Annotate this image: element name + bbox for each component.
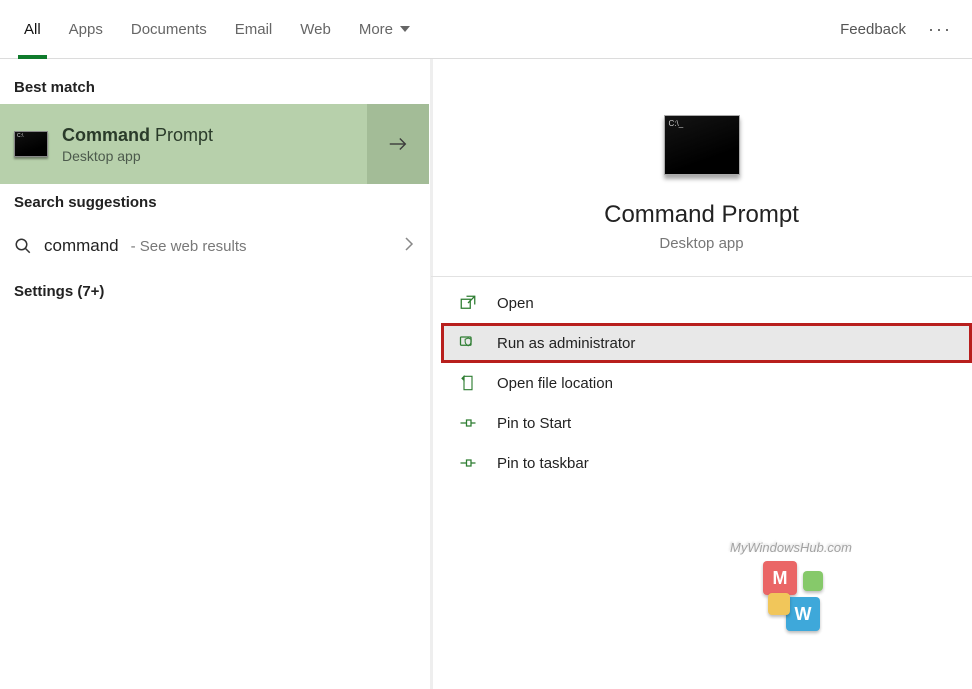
best-match-result[interactable]: Command Prompt Desktop app: [0, 104, 367, 184]
overflow-menu-button[interactable]: ···: [918, 19, 962, 40]
action-label: Pin to Start: [497, 415, 571, 432]
tab-email[interactable]: Email: [221, 0, 287, 58]
preview-subtitle: Desktop app: [659, 235, 743, 252]
action-label: Pin to taskbar: [497, 455, 589, 472]
preview-pane: Command Prompt Desktop app Open Run as: [430, 59, 972, 689]
action-label: Open: [497, 295, 534, 312]
action-label: Open file location: [497, 375, 613, 392]
action-open[interactable]: Open: [431, 283, 972, 323]
admin-shield-icon: [459, 334, 477, 352]
action-run-as-administrator[interactable]: Run as administrator: [441, 323, 972, 363]
chevron-right-icon: [403, 236, 415, 257]
open-icon: [459, 294, 477, 312]
suggestion-trailer: - See web results: [131, 238, 247, 255]
command-prompt-icon: [664, 115, 740, 175]
action-label: Run as administrator: [497, 335, 635, 352]
chevron-down-icon: [399, 21, 411, 38]
action-open-file-location[interactable]: Open file location: [431, 363, 972, 403]
best-match-subtitle: Desktop app: [62, 148, 213, 164]
action-pin-to-start[interactable]: Pin to Start: [431, 403, 972, 443]
tab-apps[interactable]: Apps: [55, 0, 117, 58]
tab-more[interactable]: More: [345, 0, 425, 58]
actions-list: Open Run as administrator Open file loca…: [431, 277, 972, 483]
search-filter-tabs: All Apps Documents Email Web More Feedba…: [0, 0, 972, 59]
expand-arrow-button[interactable]: [367, 104, 429, 184]
preview-title: Command Prompt: [604, 201, 799, 229]
search-icon: [14, 237, 32, 255]
command-prompt-icon: [14, 131, 48, 157]
best-match-title: Command Prompt: [62, 125, 213, 146]
suggestion-query: command: [44, 236, 119, 256]
feedback-button[interactable]: Feedback: [828, 0, 918, 58]
section-search-suggestions: Search suggestions: [0, 184, 429, 219]
web-suggestion[interactable]: command - See web results: [0, 219, 429, 273]
tab-web[interactable]: Web: [286, 0, 345, 58]
pin-start-icon: [459, 414, 477, 432]
tab-all[interactable]: All: [10, 0, 55, 58]
folder-icon: [459, 374, 477, 392]
tab-documents[interactable]: Documents: [117, 0, 221, 58]
results-pane: Best match Command Prompt Desktop app Se…: [0, 59, 430, 689]
pin-taskbar-icon: [459, 454, 477, 472]
section-best-match: Best match: [0, 69, 429, 104]
section-settings[interactable]: Settings (7+): [0, 273, 429, 308]
action-pin-to-taskbar[interactable]: Pin to taskbar: [431, 443, 972, 483]
